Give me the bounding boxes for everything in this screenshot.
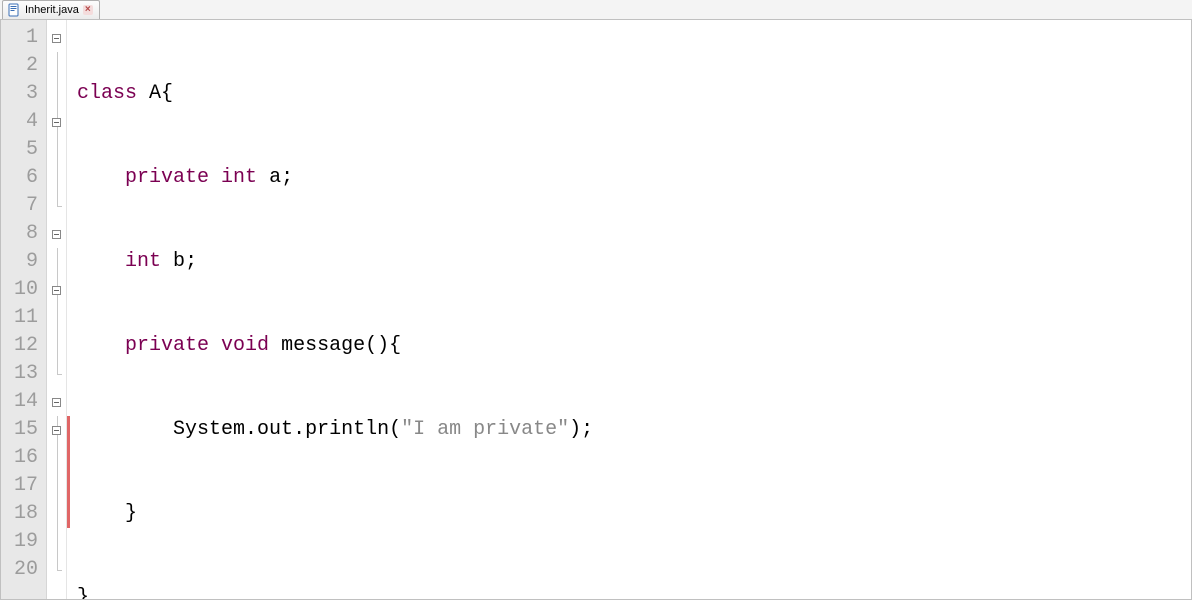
line-number: 11 (1, 304, 38, 332)
change-marker (67, 416, 70, 444)
editor: 1 2 3 4 5 6 7 8 9 10 11 12 13 14 15 16 1… (0, 20, 1192, 600)
java-file-icon (7, 3, 21, 17)
line-number: 16 (1, 444, 38, 472)
fold-toggle[interactable] (47, 276, 66, 304)
code-line[interactable]: class A{ (77, 80, 1191, 108)
tab-bar: Inherit.java × (0, 0, 1192, 20)
file-tab-label: Inherit.java (25, 4, 79, 16)
line-number: 3 (1, 80, 38, 108)
code-line[interactable]: private void message(){ (77, 332, 1191, 360)
code-line[interactable]: System.out.println("I am private"); (77, 416, 1191, 444)
fold-toggle[interactable] (47, 220, 66, 248)
code-line[interactable]: } (77, 500, 1191, 528)
change-marker (67, 472, 70, 500)
code-line[interactable]: private int a; (77, 164, 1191, 192)
code-line[interactable]: } (77, 584, 1191, 599)
line-number: 1 (1, 24, 38, 52)
code-area[interactable]: class A{ private int a; int b; private v… (71, 20, 1191, 599)
change-marker (67, 500, 70, 528)
line-number: 6 (1, 164, 38, 192)
fold-gutter (47, 20, 67, 599)
line-number: 7 (1, 192, 38, 220)
code-line[interactable]: int b; (77, 248, 1191, 276)
line-number: 10 (1, 276, 38, 304)
line-number: 17 (1, 472, 38, 500)
line-number-gutter[interactable]: 1 2 3 4 5 6 7 8 9 10 11 12 13 14 15 16 1… (1, 20, 47, 599)
fold-toggle[interactable] (47, 108, 66, 136)
line-number: 2 (1, 52, 38, 80)
close-icon[interactable]: × (83, 5, 93, 15)
line-number: 20 (1, 556, 38, 584)
line-number: 5 (1, 136, 38, 164)
line-number: 8 (1, 220, 38, 248)
fold-toggle[interactable] (47, 388, 66, 416)
file-tab[interactable]: Inherit.java × (2, 0, 100, 19)
line-number: 13 (1, 360, 38, 388)
change-marker (67, 444, 70, 472)
fold-toggle[interactable] (47, 416, 66, 444)
line-number: 12 (1, 332, 38, 360)
fold-toggle[interactable] (47, 24, 66, 52)
line-number: 4 (1, 108, 38, 136)
line-number: 14 (1, 388, 38, 416)
line-number: 18 (1, 500, 38, 528)
line-number: 15 (1, 416, 38, 444)
line-number: 9 (1, 248, 38, 276)
line-number: 19 (1, 528, 38, 556)
